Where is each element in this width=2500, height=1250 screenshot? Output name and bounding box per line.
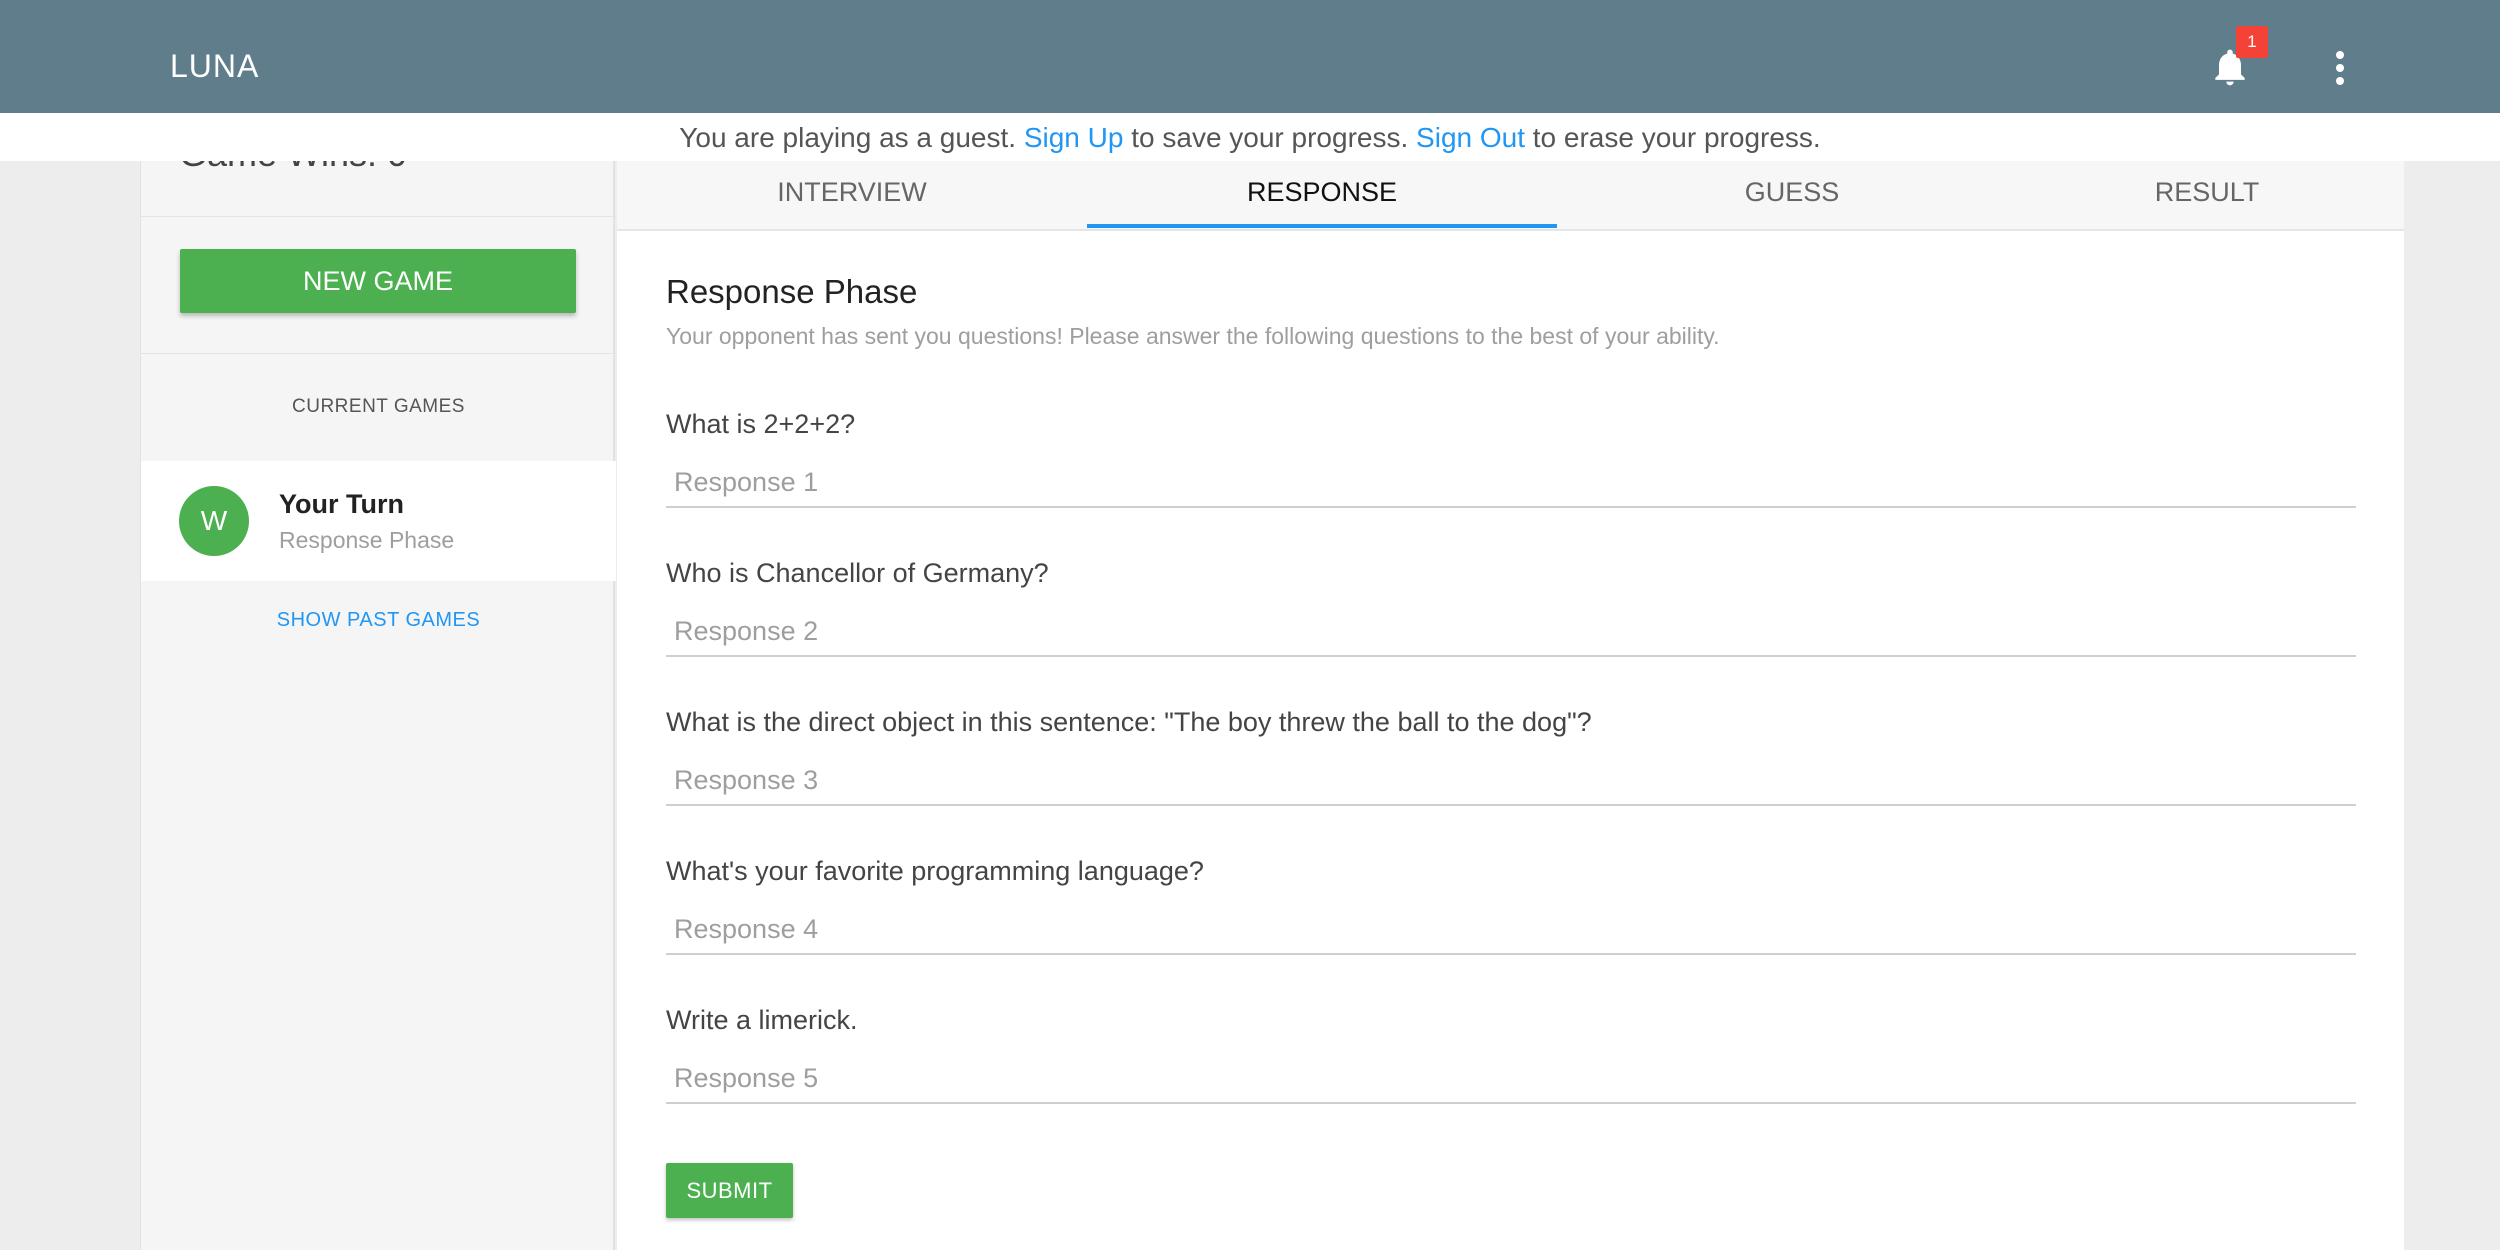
response-2-input[interactable] [666, 607, 2356, 657]
tab-interview[interactable]: INTERVIEW [617, 177, 1087, 208]
sign-up-link[interactable]: Sign Up [1024, 122, 1124, 153]
guest-banner-prefix: You are playing as a guest. [679, 122, 1017, 153]
phase-description: Your opponent has sent you questions! Pl… [666, 323, 1720, 349]
question-label: Write a limerick. [666, 1005, 858, 1035]
response-1-input[interactable] [666, 458, 2356, 508]
game-list-item[interactable]: W Your Turn Response Phase [141, 461, 616, 581]
tab-result[interactable]: RESULT [1997, 177, 2417, 208]
question-label: What's your favorite programming languag… [666, 856, 1204, 886]
show-past-games-link[interactable]: SHOW PAST GAMES [141, 609, 616, 632]
sign-out-link[interactable]: Sign Out [1416, 122, 1525, 153]
game-item-subtitle: Response Phase [279, 527, 455, 553]
notification-badge: 1 [2236, 26, 2268, 58]
response-5-input[interactable] [666, 1054, 2356, 1104]
game-item-title: Your Turn [279, 489, 404, 519]
more-vert-icon[interactable] [2326, 48, 2354, 88]
submit-button[interactable]: SUBMIT [666, 1163, 793, 1218]
divider [141, 216, 616, 217]
current-games-heading: CURRENT GAMES [292, 396, 465, 417]
new-game-button[interactable]: NEW GAME [180, 249, 576, 313]
sidebar: Game Wins: 0 NEW GAME CURRENT GAMES W Yo… [140, 113, 616, 1250]
guest-banner-middle: to save your progress. [1131, 122, 1409, 153]
guest-banner: You are playing as a guest. Sign Up to s… [0, 113, 2500, 161]
question-label: Who is Chancellor of Germany? [666, 558, 1049, 588]
app-header: LUNA 1 [0, 0, 2500, 113]
response-3-input[interactable] [666, 756, 2356, 806]
phase-title: Response Phase [666, 273, 918, 310]
app-title: LUNA [170, 48, 260, 84]
tab-response[interactable]: RESPONSE [1087, 177, 1557, 208]
response-4-input[interactable] [666, 905, 2356, 955]
question-label: What is the direct object in this senten… [666, 707, 1592, 737]
question-label: What is 2+2+2? [666, 409, 856, 439]
divider [141, 353, 616, 354]
phase-tabs: INTERVIEW RESPONSE GUESS RESULT [617, 161, 2404, 231]
guest-banner-suffix: to erase your progress. [1532, 122, 1821, 153]
active-tab-indicator [1087, 224, 1557, 228]
main-panel: INTERVIEW RESPONSE GUESS RESULT Response… [617, 113, 2404, 1250]
tab-guess[interactable]: GUESS [1557, 177, 2027, 208]
avatar: W [179, 486, 249, 556]
